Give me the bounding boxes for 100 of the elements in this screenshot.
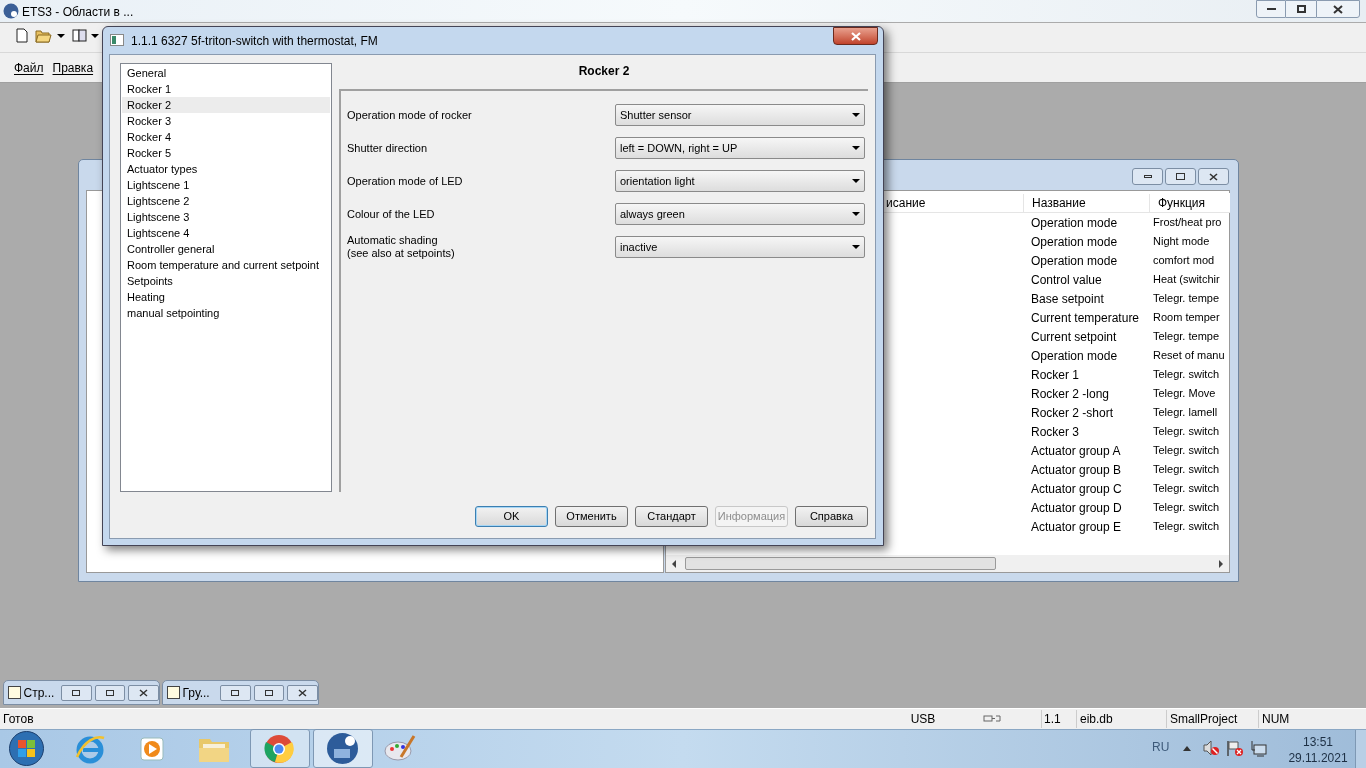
page-list-item[interactable]: Heating (122, 289, 330, 305)
status-text: Готов (3, 711, 35, 728)
parameter-label: Automatic shading (see also at setpoints) (347, 234, 456, 260)
maximize-button[interactable] (94, 684, 126, 701)
show-hidden-icons-icon[interactable] (1183, 746, 1191, 751)
restore-button[interactable] (1286, 0, 1316, 18)
column-header[interactable]: Название (1023, 193, 1149, 212)
page-list-item[interactable]: Controller general (122, 241, 330, 257)
app-icon[interactable] (326, 732, 359, 765)
scroll-left-icon[interactable] (672, 559, 676, 568)
table-cell-text: Telegr. switch (1152, 481, 1221, 497)
page-list-item[interactable]: Rocker 4 (122, 129, 330, 145)
dialog-button[interactable]: Отменить (555, 506, 628, 527)
restore-button[interactable] (60, 684, 92, 701)
close-button[interactable] (287, 684, 318, 701)
page-list-item[interactable]: Actuator types (122, 161, 330, 177)
table-cell-text: Telegr. switch (1152, 500, 1221, 516)
page-list-item[interactable]: Lightscene 1 (122, 177, 330, 193)
close-button[interactable] (1316, 0, 1360, 18)
network-icon[interactable] (1251, 740, 1267, 757)
table-cell-text: Rocker 1 (1030, 366, 1081, 384)
parameter-label: Operation mode of rocker (347, 108, 473, 122)
dropdown-field[interactable]: orientation light (615, 170, 865, 192)
page-list-item[interactable]: Lightscene 3 (122, 209, 330, 225)
table-cell-text: Room temper (1152, 310, 1221, 326)
scrollbar-thumb[interactable] (685, 557, 996, 570)
dropdown-arrow-icon[interactable] (852, 212, 860, 216)
restore-button[interactable] (219, 684, 251, 701)
minimize-button[interactable] (1256, 0, 1286, 18)
dropdown-arrow-icon[interactable] (852, 113, 860, 117)
dropdown-arrow-icon[interactable] (852, 245, 860, 249)
column-header[interactable]: Функция (1149, 193, 1229, 212)
parameter-label: Shutter direction (347, 141, 429, 155)
paint-palette-icon[interactable] (383, 733, 417, 763)
menu-item[interactable]: Правка (52, 59, 94, 77)
window-title: Стр... (23, 684, 56, 702)
dropdown-field[interactable]: always green (615, 203, 865, 225)
start-button[interactable] (8, 730, 45, 767)
dialog-button[interactable]: Стандарт (635, 506, 708, 527)
page-list-item[interactable]: General (122, 65, 330, 81)
book-icon[interactable] (72, 28, 88, 43)
page-list-item[interactable]: Lightscene 4 (122, 225, 330, 241)
close-icon[interactable] (1209, 172, 1218, 181)
table-cell-text: Operation mode (1030, 347, 1119, 365)
parameter-label: Colour of the LED (347, 207, 436, 221)
close-icon[interactable] (139, 688, 149, 697)
dropdown-arrow-icon[interactable] (852, 146, 860, 150)
table-cell-text: Actuator group B (1030, 461, 1123, 479)
window-icon (8, 686, 21, 699)
language-indicator[interactable]: RU (1152, 738, 1170, 756)
table-cell-text: Operation mode (1030, 214, 1119, 232)
menu-item[interactable]: Файл (14, 59, 44, 77)
window-title: Гру... (182, 684, 211, 702)
dropdown-field[interactable]: left = DOWN, right = UP (615, 137, 865, 159)
parameter-label: Operation mode of LED (347, 174, 464, 188)
window-icon (167, 686, 180, 699)
close-button[interactable] (1198, 168, 1229, 185)
page-list-item[interactable]: Rocker 3 (122, 113, 330, 129)
flag-error-icon[interactable] (1226, 740, 1244, 757)
close-icon[interactable] (298, 688, 308, 697)
maximize-button[interactable] (253, 684, 285, 701)
table-cell-text: Operation mode (1030, 252, 1119, 270)
table-cell-text: Telegr. switch (1152, 462, 1221, 478)
table-cell-text: Actuator group C (1030, 480, 1123, 498)
page-list-item[interactable]: Setpoints (122, 273, 330, 289)
clock-date[interactable]: 29.11.2021 (1286, 749, 1350, 767)
table-cell-text: Telegr. switch (1152, 443, 1221, 459)
page-list-item[interactable]: manual setpointing (122, 305, 330, 321)
table-cell-text: Telegr. switch (1152, 519, 1221, 535)
page-list-item[interactable]: Lightscene 2 (122, 193, 330, 209)
page-list-item[interactable]: Room temperature and current setpoint (122, 257, 330, 273)
scroll-right-icon[interactable] (1219, 559, 1223, 568)
dropdown-arrow-icon[interactable] (57, 34, 65, 38)
maximize-button[interactable] (1165, 168, 1196, 185)
table-cell-text: Telegr. Move (1152, 386, 1217, 402)
dropdown-field[interactable]: Shutter sensor (615, 104, 865, 126)
minimize-button[interactable] (1132, 168, 1163, 185)
interface-status: USB (909, 711, 937, 728)
open-folder-icon[interactable] (35, 28, 52, 43)
close-button[interactable] (128, 684, 159, 701)
page-list-item[interactable]: Rocker 5 (122, 145, 330, 161)
num-lock-status: NUM (1258, 710, 1295, 728)
dropdown-field[interactable]: inactive (615, 236, 865, 258)
horizontal-scrollbar[interactable] (666, 555, 1229, 572)
chrome-like-icon[interactable] (263, 734, 295, 764)
new-file-icon[interactable] (16, 28, 28, 43)
dropdown-arrow-icon[interactable] (852, 179, 860, 183)
muted-speaker-icon[interactable] (1203, 740, 1220, 756)
table-cell-text: Current setpoint (1030, 328, 1118, 346)
dialog-button[interactable]: Справка (795, 506, 868, 527)
close-button[interactable] (833, 27, 878, 45)
minimized-window[interactable]: Стр... (3, 680, 160, 705)
page-list-item[interactable]: Rocker 1 (122, 81, 330, 97)
minimized-window[interactable]: Гру... (162, 680, 319, 705)
clock-time[interactable]: 13:51 (1298, 733, 1338, 751)
dialog-button[interactable]: OK (475, 506, 548, 527)
window-icon (110, 34, 124, 46)
table-cell-text: Current temperature (1030, 309, 1141, 327)
close-icon[interactable] (1333, 4, 1343, 14)
page-list-item[interactable]: Rocker 2 (122, 97, 330, 113)
